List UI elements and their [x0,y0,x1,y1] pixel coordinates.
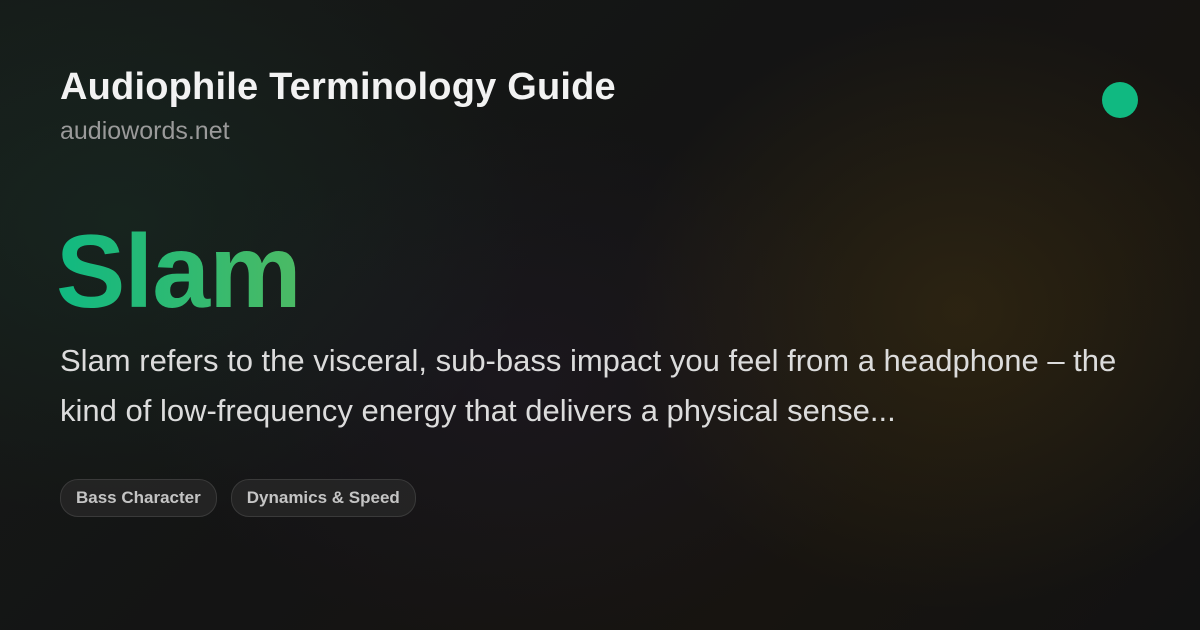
tag-list: Bass Character Dynamics & Speed [60,479,416,517]
term-card: Audiophile Terminology Guide audiowords.… [0,0,1200,630]
tag-bass-character[interactable]: Bass Character [60,479,217,517]
site-title: Audiophile Terminology Guide [60,66,616,108]
tag-dynamics-speed[interactable]: Dynamics & Speed [230,479,416,517]
term-description: Slam refers to the visceral, sub-bass im… [60,343,1117,428]
site-domain: audiowords.net [60,117,230,145]
status-dot-icon [1102,82,1138,118]
term-heading: Slam [56,214,302,330]
